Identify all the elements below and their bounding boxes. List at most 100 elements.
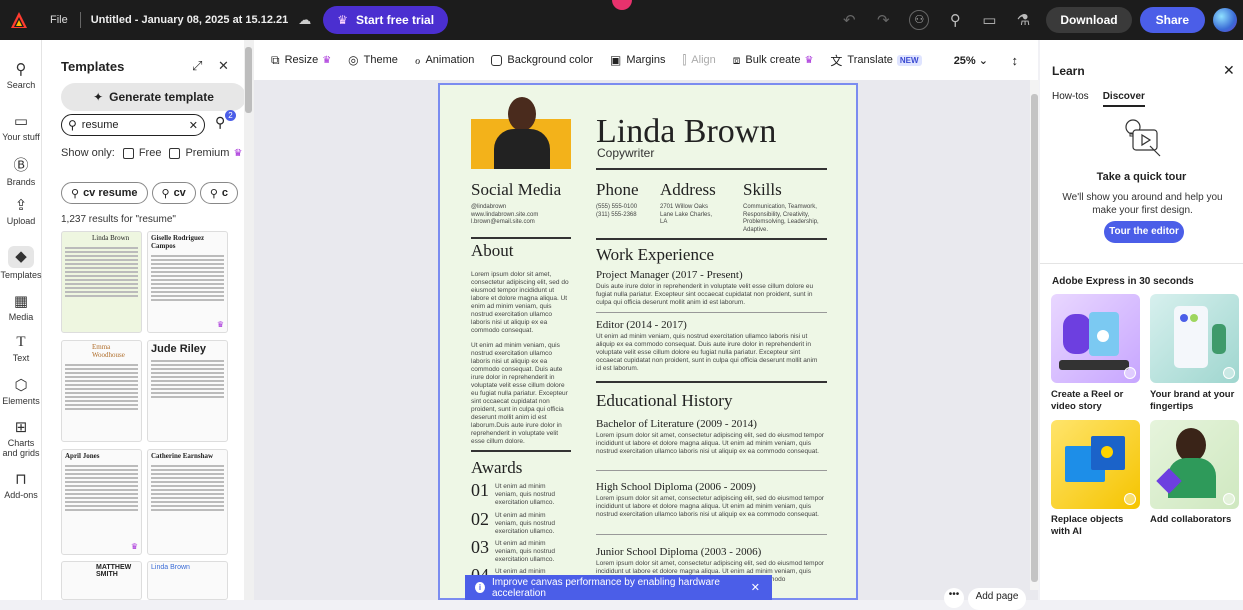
about-text[interactable]: Lorem ipsum dolor sit amet, consectetur … [471,271,571,335]
rail-text[interactable]: T Text [0,334,42,363]
rail-your-stuff[interactable]: ▭ Your stuff [0,112,42,142]
address-heading[interactable]: Address [660,180,716,200]
learn-card-replace[interactable] [1051,420,1140,509]
rail-templates[interactable]: ◆ Templates [0,246,42,280]
rail-media[interactable]: ▦ Media [0,292,42,322]
undo-icon[interactable]: ↶ [841,11,857,29]
close-icon[interactable]: ✕ [1223,62,1235,79]
education-heading[interactable]: Educational History [596,391,732,411]
tab-discover[interactable]: Discover [1102,91,1145,107]
download-button[interactable]: Download [1046,7,1132,33]
clear-icon[interactable]: ✕ [189,119,198,132]
templates-scrollbar-thumb[interactable] [245,47,252,113]
learn-card-reel[interactable] [1051,294,1140,383]
brand-icon: Ⓑ [13,157,29,174]
file-menu[interactable]: File [50,14,68,26]
resume-job-title[interactable]: Copywriter [597,146,654,160]
filter-icon[interactable]: ⚲ 2 [215,110,236,131]
canvas-scrollbar[interactable] [1030,80,1039,590]
template-thumb[interactable]: Emma Woodhouse [61,340,142,442]
skills-heading[interactable]: Skills [743,180,782,200]
generate-template-button[interactable]: ✦ Generate template [61,83,246,111]
redo-icon[interactable]: ↷ [875,11,891,29]
animation-button[interactable]: ℴ Animation [415,53,474,67]
work-heading[interactable]: Work Experience [596,245,714,265]
resize-button[interactable]: ⧉ Resize ♛ [271,53,331,68]
add-page-button[interactable]: Add page [968,588,1026,610]
results-count: 1,237 results for "resume" [61,214,176,225]
rail-search[interactable]: ⚲ Search [0,60,42,90]
edu-title-3[interactable]: Junior School Diploma (2003 - 2006) [596,546,761,558]
chip-cv[interactable]: ⚲ cv [151,182,196,204]
free-checkbox[interactable] [122,147,134,159]
edu-title-2[interactable]: High School Diploma (2006 - 2009) [596,481,756,493]
learn-card-collaborators[interactable] [1150,420,1239,509]
address-text[interactable]: 2701 Willow Oaks Lane Lake Charles, LA [660,204,712,227]
phone-text[interactable]: (555) 555-0100 (311) 555-2368 [596,204,637,219]
about-heading[interactable]: About [471,241,514,261]
invite-user-icon[interactable]: ⚇ [909,10,930,30]
job-title-2[interactable]: Editor (2014 - 2017) [596,319,687,331]
edu-text-2[interactable]: Lorem ipsum dolor sit amet, consectetur … [596,495,824,519]
template-thumb[interactable]: MATTHEW SMITH [61,561,142,600]
rail-elements[interactable]: ⬡ Elements [0,376,42,406]
zoom-dropdown[interactable]: 25% ⌄ [954,54,988,67]
social-text[interactable]: @lindabrown www.lindabrown.site.com l.br… [471,204,538,227]
close-icon[interactable]: ✕ [751,581,760,594]
elements-icon: ⬡ [14,377,28,394]
beaker-icon[interactable]: ⚗ [1015,11,1031,29]
align-button[interactable]: ⫿ Align [682,53,715,68]
avatar[interactable] [1213,8,1237,32]
chip-c[interactable]: ⚲ c [199,182,238,204]
social-heading[interactable]: Social Media [471,180,561,200]
template-thumb[interactable]: Giselle Rodriguez Campos ♛ [147,231,228,333]
award-text[interactable]: Ut enim ad minim veniam, quis nostrud ex… [495,483,569,507]
lightbulb-icon[interactable]: ⚲ [947,11,963,29]
template-thumb[interactable]: Linda Brown [147,561,228,600]
rail-add-ons[interactable]: ⊓ Add-ons [0,470,42,500]
template-thumb[interactable]: April Jones ♛ [61,449,142,555]
profile-photo[interactable] [471,93,571,169]
search-input[interactable]: ⚲ resume ✕ [61,114,205,136]
background-color-button[interactable]: Background color [491,54,593,66]
template-thumb[interactable]: Jude Riley [147,340,228,442]
templates-scrollbar[interactable] [244,40,254,600]
cloud-sync-icon[interactable]: ☁ [298,12,311,28]
award-text[interactable]: Ut enim ad minim veniam, quis nostrud ex… [495,512,569,536]
margins-button[interactable]: ▣ Margins [610,53,665,67]
premium-checkbox[interactable] [169,147,181,159]
edu-title-1[interactable]: Bachelor of Literature (2009 - 2014) [596,418,757,430]
skills-text[interactable]: Communication, Teamwork, Responsibility,… [743,204,819,234]
job-text-1[interactable]: Duis aute irure dolor in reprehenderit i… [596,283,824,307]
comment-icon[interactable]: ▭ [981,11,997,29]
translate-button[interactable]: 文 Translate NEW [830,52,922,69]
tab-how-tos[interactable]: How-tos [1052,91,1089,107]
learn-card-brand[interactable] [1150,294,1239,383]
chip-cv-resume[interactable]: ⚲ cv resume [61,182,148,204]
phone-heading[interactable]: Phone [596,180,639,200]
adobe-express-logo-icon[interactable] [10,11,28,29]
template-thumb[interactable]: Linda Brown [61,231,142,333]
share-button[interactable]: Share [1139,7,1205,33]
about-text-2[interactable]: Ut enim ad minim veniam, quis nostrud ex… [471,342,571,446]
rail-charts-grids[interactable]: ⊞ Charts and grids [0,418,42,458]
job-text-2[interactable]: Ut enim ad minim veniam, quis nostrud ex… [596,333,824,373]
expand-icon[interactable]: ⤢ [192,58,202,74]
awards-heading[interactable]: Awards [471,458,522,478]
resume-page[interactable]: Linda Brown Copywriter Social Media @lin… [438,83,858,600]
fit-height-icon[interactable]: ↕ [1012,53,1019,68]
close-icon[interactable]: ✕ [218,58,229,74]
canvas-scrollbar-thumb[interactable] [1031,94,1038,582]
document-title[interactable]: Untitled - January 08, 2025 at 15.12.21 [91,14,289,26]
start-free-trial-button[interactable]: ♛ Start free trial [323,6,449,34]
more-options-button[interactable]: ••• [944,588,964,608]
tour-editor-button[interactable]: Tour the editor [1104,221,1184,243]
theme-button[interactable]: ◎ Theme [348,53,398,67]
bulk-create-button[interactable]: ⧈ Bulk create ♛ [733,53,814,68]
template-thumb[interactable]: Catherine Earnshaw [147,449,228,555]
rail-upload[interactable]: ⇪ Upload [0,196,42,226]
award-text[interactable]: Ut enim ad minim veniam, quis nostrud ex… [495,540,569,564]
edu-text-1[interactable]: Lorem ipsum dolor sit amet, consectetur … [596,432,824,456]
job-title-1[interactable]: Project Manager (2017 - Present) [596,269,743,281]
rail-brands[interactable]: Ⓑ Brands [0,154,42,187]
